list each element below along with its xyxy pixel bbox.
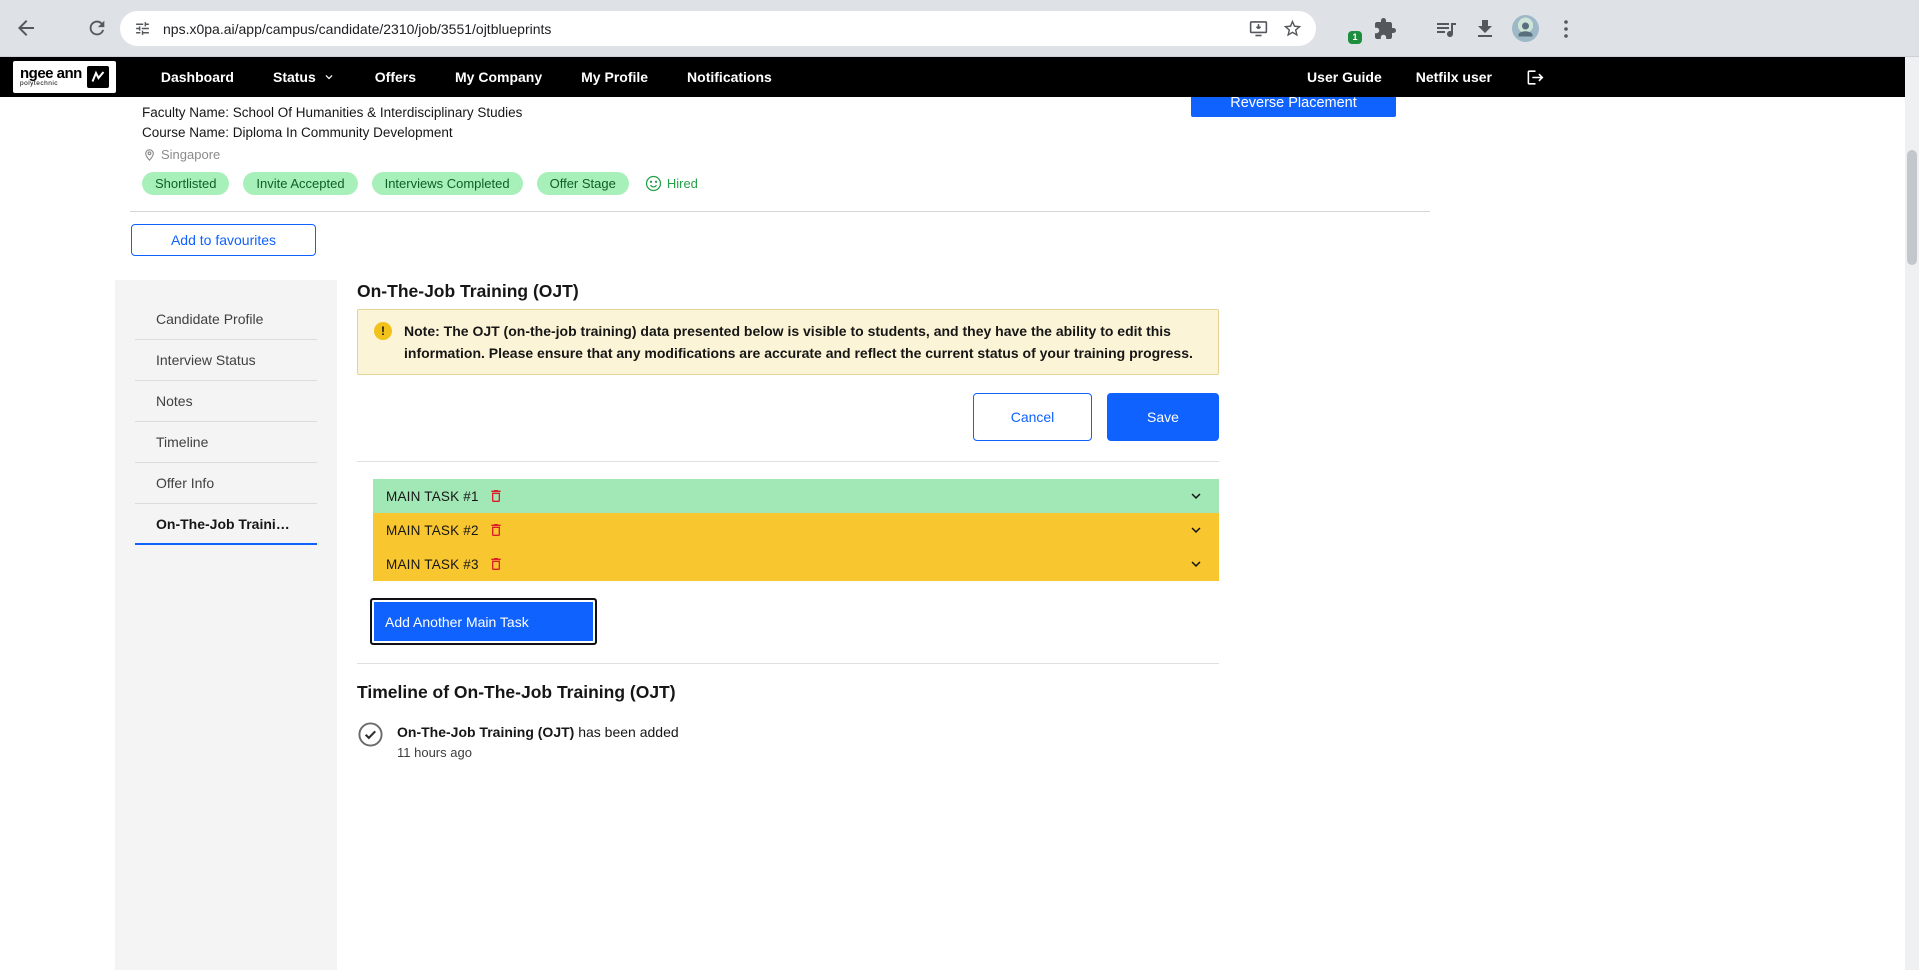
hired-status: Hired [645,175,698,192]
nav-item-offers[interactable]: Offers [375,69,416,85]
nav-item-username[interactable]: Netfilx user [1416,69,1492,85]
chevron-down-icon[interactable] [1187,555,1205,573]
task-accordion-list: MAIN TASK #1 MAIN TASK #2 MAIN TASK #3 [373,479,1219,581]
nav-item-dashboard[interactable]: Dashboard [161,69,234,85]
status-badge-invite-accepted: Invite Accepted [243,172,357,195]
address-bar[interactable]: nps.x0pa.ai/app/campus/candidate/2310/jo… [120,11,1316,46]
status-badge-interviews-completed: Interviews Completed [372,172,523,195]
extension-with-badge-button[interactable]: 1 [1334,17,1358,41]
delete-task-button[interactable] [488,522,504,538]
timeline-check-icon [357,721,384,748]
task-label: MAIN TASK #1 [386,489,479,504]
install-app-icon [1248,18,1269,39]
sidebar-item-offer-info[interactable]: Offer Info [135,463,317,504]
status-badge-offer-stage: Offer Stage [537,172,629,195]
task-accordion-3[interactable]: MAIN TASK #3 [373,547,1219,581]
back-icon [14,16,38,40]
browser-menu-button[interactable] [1554,17,1578,41]
timeline-entry-time: 11 hours ago [397,745,679,760]
hired-label: Hired [667,176,698,191]
timeline-entry-text: On-The-Job Training (OJT) has been added [397,721,679,740]
page-scrollbar[interactable] [1905,57,1919,970]
add-another-main-task-button[interactable]: Add Another Main Task [370,598,597,645]
sidebar-item-candidate-profile[interactable]: Candidate Profile [135,299,317,340]
np-logo[interactable]: ngee ann polytechnic [13,61,116,93]
back-button[interactable] [14,16,38,40]
media-controls-icon [1434,17,1458,41]
sidebar-item-on-the-job-training[interactable]: On-The-Job Traini… [135,504,317,545]
location-pin-icon [142,147,157,162]
ojt-main-panel: On-The-Job Training (OJT) ! Note: The OJ… [357,280,1219,970]
media-controls-button[interactable] [1434,17,1458,41]
url-text: nps.x0pa.ai/app/campus/candidate/2310/jo… [163,21,551,37]
refresh-button[interactable] [86,17,108,39]
header-divider [130,211,1430,212]
kebab-menu-icon [1554,17,1578,41]
section-divider [357,663,1219,664]
page-title: On-The-Job Training (OJT) [357,280,1219,302]
trash-icon [488,556,504,572]
bookmark-button[interactable] [1282,18,1303,39]
nav-item-my-profile[interactable]: My Profile [581,69,648,85]
puzzle-icon [1373,17,1397,41]
app-navbar: ngee ann polytechnic Dashboard Status Of… [0,57,1919,97]
nav-item-user-guide[interactable]: User Guide [1307,69,1382,85]
nav-item-my-company[interactable]: My Company [455,69,542,85]
nav-item-status[interactable]: Status [273,69,336,85]
bookmark-star-icon [1282,18,1303,39]
cancel-button[interactable]: Cancel [973,393,1092,441]
warning-note-text: Note: The OJT (on-the-job training) data… [404,323,1193,361]
extensions-button[interactable] [1373,17,1397,41]
chevron-down-icon [322,70,336,84]
trash-icon [488,488,504,504]
timeline-title: Timeline of On-The-Job Training (OJT) [357,681,1219,703]
location-text: Singapore [161,147,220,162]
logo-text-line1: ngee ann [20,67,82,80]
status-badge-shortlisted: Shortlisted [142,172,229,195]
sidebar-item-notes[interactable]: Notes [135,381,317,422]
trash-icon [488,522,504,538]
task-label: MAIN TASK #2 [386,523,479,538]
task-label: MAIN TASK #3 [386,557,479,572]
install-app-button[interactable] [1248,18,1269,39]
download-icon [1473,17,1497,41]
person-icon [1515,19,1536,40]
task-accordion-2[interactable]: MAIN TASK #2 [373,513,1219,547]
chevron-down-icon[interactable] [1187,487,1205,505]
task-accordion-1[interactable]: MAIN TASK #1 [373,479,1219,513]
smiley-icon [645,175,662,192]
course-line: Course Name: Diploma In Community Develo… [142,125,1919,141]
refresh-icon [86,17,108,39]
add-to-favourites-button[interactable]: Add to favourites [131,224,316,256]
np-logo-mark-icon [87,66,109,88]
sidebar-item-interview-status[interactable]: Interview Status [135,340,317,381]
chevron-down-icon[interactable] [1187,521,1205,539]
page-content: Reverse Placement Faculty Name: School O… [0,97,1919,970]
nav-item-notifications[interactable]: Notifications [687,69,772,85]
warning-note: ! Note: The OJT (on-the-job training) da… [357,309,1219,375]
downloads-button[interactable] [1473,17,1497,41]
candidate-header: Faculty Name: School Of Humanities & Int… [0,97,1919,195]
extension-badge: 1 [1348,31,1362,44]
sidebar-item-timeline[interactable]: Timeline [135,422,317,463]
delete-task-button[interactable] [488,488,504,504]
logout-button[interactable] [1526,68,1545,87]
scrollbar-thumb[interactable] [1907,150,1917,265]
timeline-entry: On-The-Job Training (OJT) has been added… [357,721,1219,760]
warning-icon: ! [374,322,392,340]
section-divider [357,461,1219,462]
candidate-sidebar: Candidate Profile Interview Status Notes… [115,280,337,970]
delete-task-button[interactable] [488,556,504,572]
browser-toolbar: nps.x0pa.ai/app/campus/candidate/2310/jo… [0,0,1919,57]
logout-icon [1526,68,1545,87]
site-info-icon[interactable] [134,20,151,37]
save-button[interactable]: Save [1107,393,1219,441]
browser-profile-avatar[interactable] [1512,15,1539,42]
faculty-line: Faculty Name: School Of Humanities & Int… [142,105,1919,121]
